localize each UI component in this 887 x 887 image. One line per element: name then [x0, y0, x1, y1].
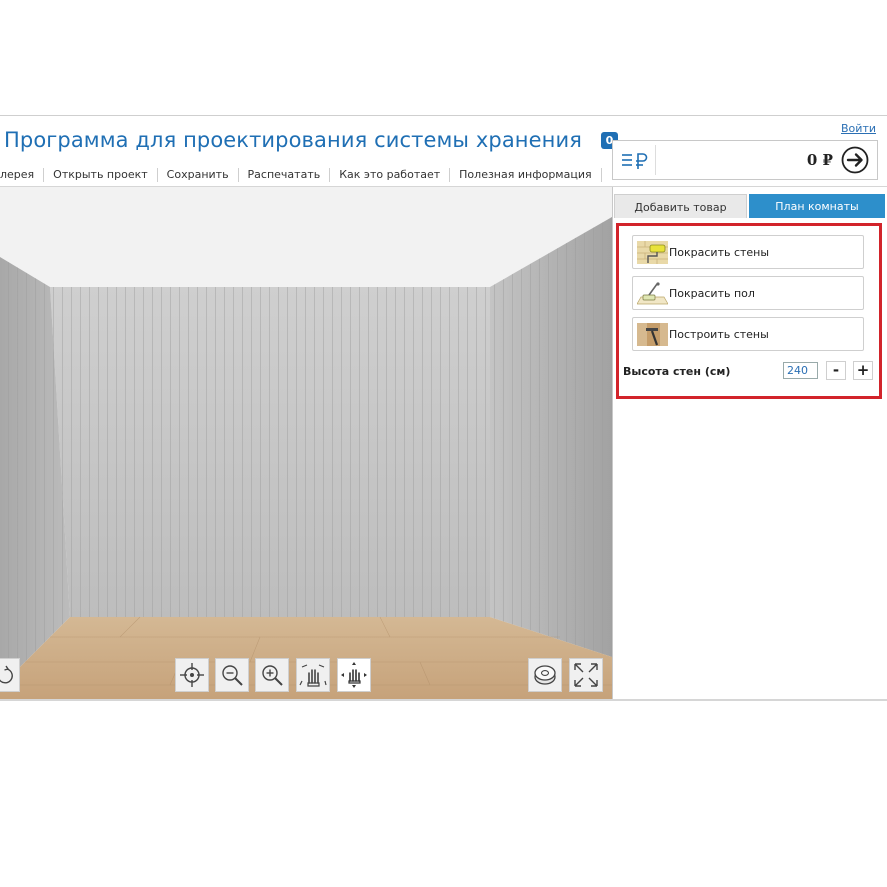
page-title: Программа для проектирования системы хра… — [4, 128, 582, 152]
paint-roller-icon — [637, 241, 668, 264]
wall-height-label: Высота стен (см) — [623, 365, 731, 378]
rotate-icon — [0, 665, 13, 684]
cart-total: 0 ₽ — [806, 151, 833, 169]
target-center-icon — [180, 663, 204, 687]
cart-separator — [655, 145, 656, 175]
menu-item-how-it-works[interactable]: Как это работает — [330, 168, 451, 182]
paint-floor-label: Покрасить пол — [669, 287, 755, 300]
list-ruble-icon[interactable] — [620, 151, 650, 171]
room-3d-viewport[interactable] — [0, 187, 613, 699]
side-panel: Добавить товар План комнаты Покрасить ст… — [613, 187, 887, 706]
bottom-divider — [0, 699, 887, 701]
wall-height-input[interactable]: 240 — [783, 362, 818, 379]
room-scene — [0, 187, 612, 699]
arrow-right-circle-icon[interactable] — [841, 146, 869, 174]
hammer-icon — [637, 323, 668, 346]
app-window: Программа для проектирования системы хра… — [0, 115, 887, 706]
cart-box: 0 ₽ — [612, 140, 878, 180]
pan-button[interactable] — [296, 658, 330, 692]
menu-item-gallery[interactable]: лерея — [0, 168, 45, 182]
panel-tabs: Добавить товар План комнаты — [613, 194, 885, 218]
zoom-out-icon — [222, 665, 243, 686]
center-view-button[interactable] — [175, 658, 209, 692]
paint-walls-label: Покрасить стены — [669, 246, 770, 259]
login-link[interactable]: Войти — [841, 122, 876, 135]
move-hand-icon — [341, 662, 367, 688]
measure-button[interactable] — [528, 658, 562, 692]
paint-floor-button[interactable]: Покрасить пол — [632, 276, 864, 310]
build-walls-button[interactable]: Построить стены — [632, 317, 864, 351]
paint-walls-button[interactable]: Покрасить стены — [632, 235, 864, 269]
wall-height-increment[interactable]: + — [853, 361, 873, 380]
zoom-in-icon — [262, 665, 283, 686]
main-menu: лерея Открыть проект Сохранить Распечата… — [0, 166, 602, 184]
rotate-button[interactable] — [0, 658, 20, 692]
menu-item-open-project[interactable]: Открыть проект — [44, 168, 158, 182]
build-walls-label: Построить стены — [669, 328, 769, 341]
tab-add-product[interactable]: Добавить товар — [614, 194, 747, 218]
pan-hand-icon — [299, 664, 327, 687]
paint-floor-icon — [637, 282, 668, 305]
tape-measure-icon — [534, 665, 556, 685]
tab-room-plan[interactable]: План комнаты — [749, 194, 885, 218]
move-button[interactable] — [337, 658, 371, 692]
zoom-in-button[interactable] — [255, 658, 289, 692]
zoom-out-button[interactable] — [215, 658, 249, 692]
menu-item-save[interactable]: Сохранить — [158, 168, 239, 182]
menu-item-print[interactable]: Распечатать — [239, 168, 331, 182]
fullscreen-button[interactable] — [569, 658, 603, 692]
menu-item-useful-info[interactable]: Полезная информация — [450, 168, 602, 182]
wall-height-decrement[interactable]: - — [826, 361, 846, 380]
fullscreen-icon — [574, 663, 598, 687]
